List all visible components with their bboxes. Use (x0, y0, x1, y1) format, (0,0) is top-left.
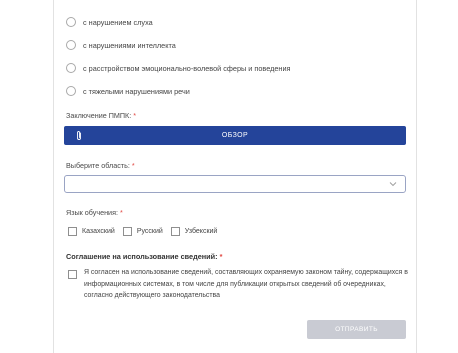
radio-option-hearing[interactable]: с нарушением слуха (66, 15, 153, 29)
required-mark: * (219, 252, 223, 261)
consent-checkbox[interactable] (68, 270, 77, 279)
radio-option-intellect[interactable]: с нарушениями интеллекта (66, 38, 176, 52)
language-label-text: Язык обучения: (66, 208, 118, 217)
language-checkbox-uzbek[interactable] (170, 226, 180, 236)
language-option-label: Узбекский (184, 227, 218, 235)
radio-button[interactable] (66, 63, 76, 73)
pmpk-field-label: Заключение ПМПК: * (66, 111, 136, 120)
language-options: Казахский Русский Узбекский (68, 225, 225, 237)
consent-title-text: Соглашение на использование сведений: (66, 252, 218, 261)
radio-option-speech[interactable]: с тяжелыми нарушениями речи (66, 84, 190, 98)
consent-text: Я согласен на использование сведений, со… (84, 269, 408, 299)
radio-option-emotional[interactable]: с расстройством эмоционально-волевой сфе… (66, 61, 290, 75)
region-select[interactable] (64, 175, 406, 193)
radio-option-label: с расстройством эмоционально-волевой сфе… (83, 63, 291, 73)
radio-option-label: с нарушением слуха (83, 17, 153, 27)
browse-button[interactable]: ОБЗОР (64, 126, 406, 145)
form-right-border (416, 0, 417, 353)
language-option-label: Казахский (82, 227, 115, 235)
form-left-border (53, 0, 54, 353)
language-field-label: Язык обучения: * (66, 208, 123, 217)
language-option-label: Русский (136, 227, 163, 235)
required-mark: * (119, 208, 123, 217)
submit-button[interactable]: ОТПРАВИТЬ (307, 320, 406, 339)
radio-button[interactable] (66, 17, 76, 27)
radio-button[interactable] (66, 86, 76, 96)
region-label-text: Выберите область: (66, 161, 130, 170)
language-checkbox-russian[interactable] (122, 226, 132, 236)
chevron-down-icon (389, 182, 397, 187)
radio-option-label: с тяжелыми нарушениями речи (83, 86, 190, 96)
language-checkbox-kazakh[interactable] (68, 226, 77, 236)
radio-option-label: с нарушениями интеллекта (83, 40, 176, 50)
pmpk-label-text: Заключение ПМПК: (66, 111, 132, 120)
browse-button-label: ОБЗОР (221, 132, 249, 139)
region-field-label: Выберите область: * (66, 161, 135, 170)
consent-title: Соглашение на использование сведений: * (66, 252, 222, 261)
required-mark: * (131, 161, 135, 170)
required-mark: * (133, 111, 137, 120)
radio-button[interactable] (66, 40, 76, 50)
